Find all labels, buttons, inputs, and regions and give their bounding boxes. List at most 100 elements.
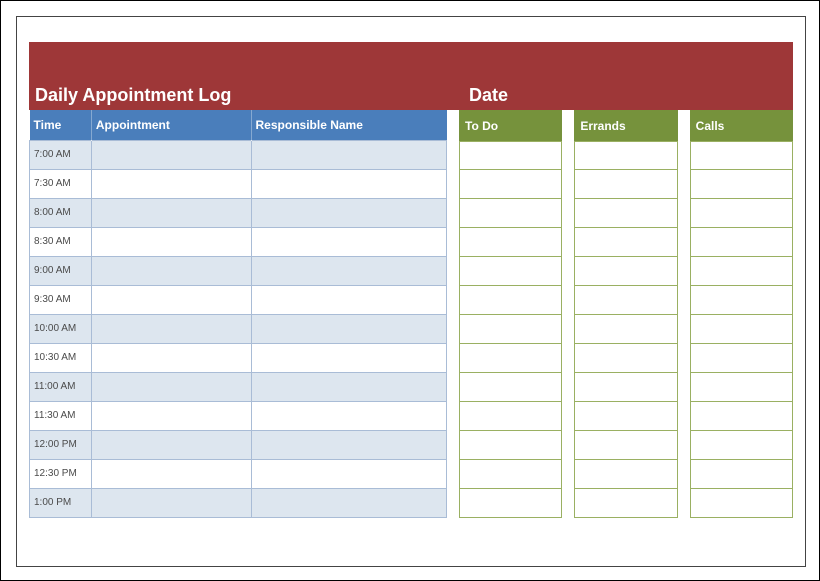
side-header-errands: Errands <box>574 110 677 141</box>
appointment-row: 7:00 AM <box>30 140 447 169</box>
appointment-cell[interactable] <box>91 401 251 430</box>
appointment-row: 8:30 AM <box>30 227 447 256</box>
col-header-time: Time <box>30 110 92 140</box>
time-cell[interactable]: 10:00 AM <box>30 314 92 343</box>
side-cell[interactable] <box>459 141 562 170</box>
side-cell[interactable] <box>459 315 562 344</box>
side-cell[interactable] <box>459 402 562 431</box>
side-cell[interactable] <box>459 228 562 257</box>
responsible-cell[interactable] <box>251 256 446 285</box>
responsible-cell[interactable] <box>251 343 446 372</box>
side-cell[interactable] <box>459 460 562 489</box>
appointment-row: 8:00 AM <box>30 198 447 227</box>
side-cell[interactable] <box>459 431 562 460</box>
time-cell[interactable]: 12:00 PM <box>30 430 92 459</box>
side-cell[interactable] <box>690 286 793 315</box>
side-cell[interactable] <box>574 170 677 199</box>
side-cell[interactable] <box>459 489 562 518</box>
side-cell[interactable] <box>574 286 677 315</box>
appointment-cell[interactable] <box>91 140 251 169</box>
appointment-row: 12:00 PM <box>30 430 447 459</box>
page-outer-frame: Daily Appointment Log Date Time Appointm… <box>0 0 820 581</box>
side-cell[interactable] <box>690 199 793 228</box>
side-cell[interactable] <box>574 489 677 518</box>
appointment-cell[interactable] <box>91 488 251 517</box>
appointment-cell[interactable] <box>91 169 251 198</box>
title-right: Date <box>459 85 793 106</box>
responsible-cell[interactable] <box>251 314 446 343</box>
side-cell[interactable] <box>574 344 677 373</box>
side-cell[interactable] <box>574 431 677 460</box>
appointment-row: 11:00 AM <box>30 372 447 401</box>
side-cell[interactable] <box>459 257 562 286</box>
side-cell[interactable] <box>690 344 793 373</box>
time-cell[interactable]: 11:30 AM <box>30 401 92 430</box>
side-cell[interactable] <box>690 489 793 518</box>
side-cell[interactable] <box>690 431 793 460</box>
appointment-row: 9:30 AM <box>30 285 447 314</box>
appointment-cell[interactable] <box>91 314 251 343</box>
side-cell[interactable] <box>690 228 793 257</box>
responsible-cell[interactable] <box>251 372 446 401</box>
side-cell[interactable] <box>574 460 677 489</box>
time-cell[interactable]: 9:30 AM <box>30 285 92 314</box>
appointment-cell[interactable] <box>91 372 251 401</box>
responsible-cell[interactable] <box>251 459 446 488</box>
appointment-cell[interactable] <box>91 430 251 459</box>
time-cell[interactable]: 7:00 AM <box>30 140 92 169</box>
side-cell[interactable] <box>574 402 677 431</box>
appointment-cell[interactable] <box>91 256 251 285</box>
time-cell[interactable]: 11:00 AM <box>30 372 92 401</box>
side-cell[interactable] <box>574 199 677 228</box>
responsible-cell[interactable] <box>251 488 446 517</box>
col-header-responsible: Responsible Name <box>251 110 446 140</box>
responsible-cell[interactable] <box>251 401 446 430</box>
content-row: Time Appointment Responsible Name 7:00 A… <box>29 110 793 518</box>
responsible-cell[interactable] <box>251 285 446 314</box>
time-cell[interactable]: 8:00 AM <box>30 198 92 227</box>
appointment-row: 1:00 PM <box>30 488 447 517</box>
appointment-cell[interactable] <box>91 343 251 372</box>
responsible-cell[interactable] <box>251 169 446 198</box>
responsible-cell[interactable] <box>251 227 446 256</box>
side-cell[interactable] <box>574 141 677 170</box>
appointment-row: 10:00 AM <box>30 314 447 343</box>
side-col-todo: To Do <box>459 110 562 518</box>
side-lists: To Do Errands Calls <box>459 110 793 518</box>
side-cell[interactable] <box>574 228 677 257</box>
side-cell[interactable] <box>690 373 793 402</box>
side-cell[interactable] <box>459 286 562 315</box>
side-cell[interactable] <box>690 402 793 431</box>
side-cell[interactable] <box>459 344 562 373</box>
side-cell[interactable] <box>690 141 793 170</box>
time-cell[interactable]: 9:00 AM <box>30 256 92 285</box>
side-col-calls: Calls <box>690 110 793 518</box>
responsible-cell[interactable] <box>251 430 446 459</box>
side-cell[interactable] <box>574 315 677 344</box>
side-cell[interactable] <box>690 315 793 344</box>
time-cell[interactable]: 12:30 PM <box>30 459 92 488</box>
time-cell[interactable]: 1:00 PM <box>30 488 92 517</box>
appointment-cell[interactable] <box>91 227 251 256</box>
side-cell[interactable] <box>690 170 793 199</box>
time-cell[interactable]: 10:30 AM <box>30 343 92 372</box>
time-cell[interactable]: 7:30 AM <box>30 169 92 198</box>
side-cell[interactable] <box>459 373 562 402</box>
side-cell[interactable] <box>690 257 793 286</box>
appointment-row: 11:30 AM <box>30 401 447 430</box>
side-cell[interactable] <box>690 460 793 489</box>
side-cell[interactable] <box>574 373 677 402</box>
appointment-cell[interactable] <box>91 198 251 227</box>
side-cell[interactable] <box>459 199 562 228</box>
appointment-cell[interactable] <box>91 285 251 314</box>
appointment-row: 12:30 PM <box>30 459 447 488</box>
appointment-cell[interactable] <box>91 459 251 488</box>
time-cell[interactable]: 8:30 AM <box>30 227 92 256</box>
responsible-cell[interactable] <box>251 198 446 227</box>
title-left: Daily Appointment Log <box>29 85 459 106</box>
responsible-cell[interactable] <box>251 140 446 169</box>
side-cell[interactable] <box>574 257 677 286</box>
appointment-table-header-row: Time Appointment Responsible Name <box>30 110 447 140</box>
side-cell[interactable] <box>459 170 562 199</box>
appointment-table: Time Appointment Responsible Name 7:00 A… <box>29 110 447 518</box>
